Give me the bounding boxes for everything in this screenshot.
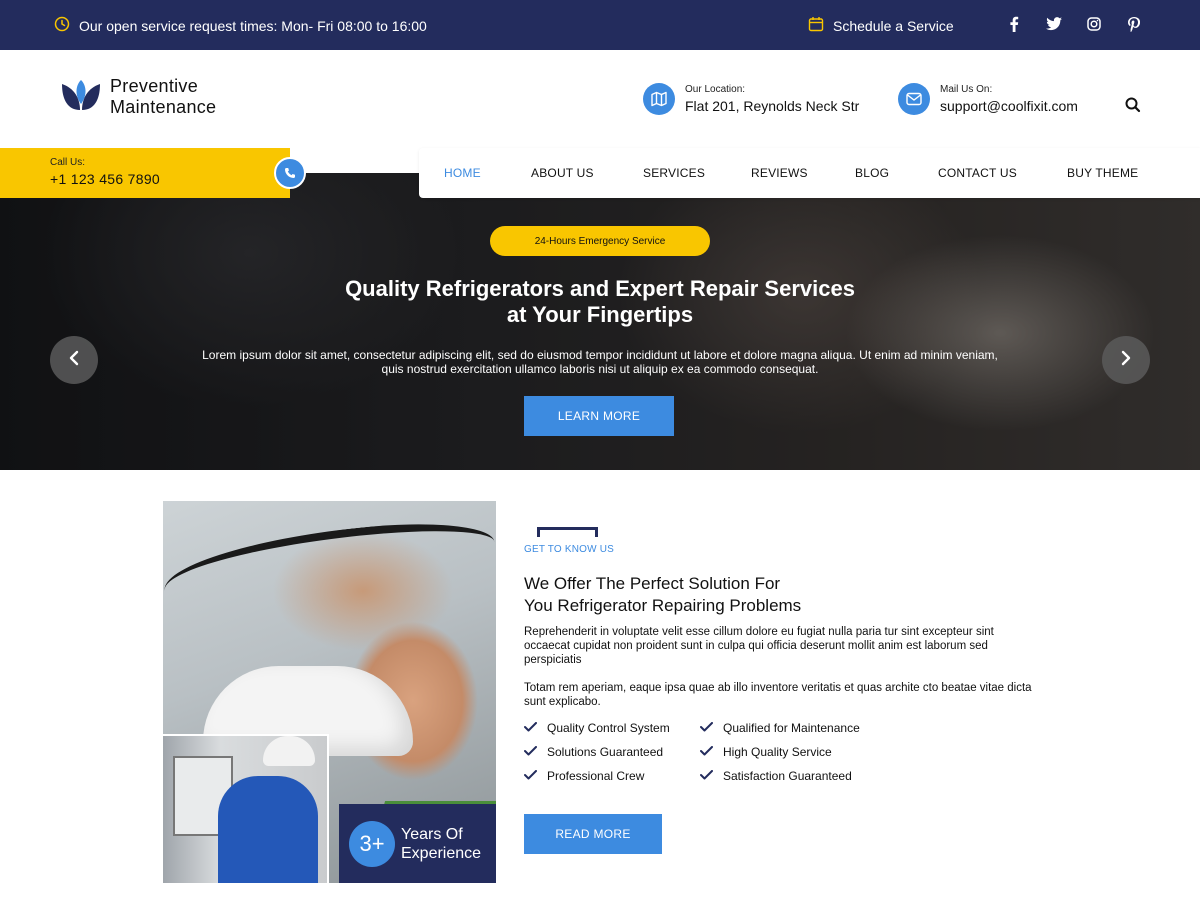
feature-label: Professional Crew bbox=[547, 769, 645, 783]
schedule-service-link[interactable]: Schedule a Service bbox=[808, 16, 954, 35]
mail-label: Mail Us On: bbox=[940, 84, 993, 95]
emergency-service-badge: 24-Hours Emergency Service bbox=[490, 226, 710, 256]
about-title-line-2: You Refrigerator Repairing Problems bbox=[524, 596, 802, 615]
twitter-icon[interactable] bbox=[1044, 14, 1064, 34]
feature-item: Quality Control System bbox=[524, 721, 670, 735]
feature-item: Professional Crew bbox=[524, 769, 644, 783]
social-links bbox=[1004, 14, 1144, 34]
feature-label: High Quality Service bbox=[723, 745, 832, 759]
nav-home[interactable]: HOME bbox=[444, 166, 481, 180]
about-title: We Offer The Perfect Solution For You Re… bbox=[524, 573, 944, 617]
nav-contact-us[interactable]: CONTACT US bbox=[938, 166, 1017, 180]
call-us-number: +1 123 456 7890 bbox=[50, 171, 160, 187]
about-paragraph-1: Reprehenderit in voluptate velit esse ci… bbox=[524, 626, 994, 666]
worker-shape bbox=[218, 776, 318, 883]
hero-description-line-1: Lorem ipsum dolor sit amet, consectetur … bbox=[202, 348, 998, 362]
check-icon bbox=[700, 721, 713, 735]
check-icon bbox=[524, 721, 537, 735]
feature-label: Satisfaction Guaranteed bbox=[723, 769, 852, 783]
service-hours: Our open service request times: Mon- Fri… bbox=[54, 16, 427, 35]
nav-blog[interactable]: BLOG bbox=[855, 166, 889, 180]
about-title-line-1: We Offer The Perfect Solution For bbox=[524, 574, 781, 593]
location-block: Our Location: Flat 201, Reynolds Neck St… bbox=[643, 83, 859, 115]
mail-value[interactable]: support@coolfixit.com bbox=[940, 98, 1078, 114]
feature-item: Qualified for Maintenance bbox=[700, 721, 860, 735]
top-bar: Our open service request times: Mon- Fri… bbox=[0, 0, 1200, 50]
chevron-left-icon bbox=[68, 350, 80, 371]
feature-item: High Quality Service bbox=[700, 745, 832, 759]
nav-about-us[interactable]: ABOUT US bbox=[531, 166, 594, 180]
leaf-logo-icon bbox=[60, 78, 102, 117]
phone-icon[interactable] bbox=[274, 157, 306, 189]
check-icon bbox=[700, 745, 713, 759]
hero-description: Lorem ipsum dolor sit amet, consectetur … bbox=[160, 348, 1040, 376]
main-navigation: HOME ABOUT US SERVICES REVIEWS BLOG CONT… bbox=[419, 148, 1200, 198]
experience-line-1: Years Of bbox=[401, 825, 463, 843]
clock-icon bbox=[54, 16, 70, 35]
pinterest-icon[interactable] bbox=[1124, 14, 1144, 34]
experience-badge: 3+ Years Of Experience bbox=[339, 804, 496, 883]
service-hours-text: Our open service request times: Mon- Fri… bbox=[79, 17, 427, 34]
mail-icon bbox=[898, 83, 930, 115]
read-more-button[interactable]: READ MORE bbox=[524, 814, 662, 854]
call-us-label: Call Us: bbox=[50, 157, 86, 168]
map-icon bbox=[643, 83, 675, 115]
nav-services[interactable]: SERVICES bbox=[643, 166, 705, 180]
call-us-bar[interactable]: Call Us: +1 123 456 7890 bbox=[0, 148, 290, 198]
hero-description-line-2: quis nostrud exercitation ullamco labori… bbox=[381, 362, 819, 376]
feature-item: Satisfaction Guaranteed bbox=[700, 769, 852, 783]
slider-prev-button[interactable] bbox=[50, 336, 98, 384]
check-icon bbox=[700, 769, 713, 783]
facebook-icon[interactable] bbox=[1004, 14, 1024, 34]
experience-number: 3+ bbox=[349, 820, 395, 867]
section-divider bbox=[537, 527, 598, 537]
chevron-right-icon bbox=[1120, 350, 1132, 371]
feature-item: Solutions Guaranteed bbox=[524, 745, 663, 759]
slider-next-button[interactable] bbox=[1102, 336, 1150, 384]
location-label: Our Location: bbox=[685, 84, 746, 95]
nav-buy-theme[interactable]: BUY THEME bbox=[1067, 166, 1138, 180]
instagram-icon[interactable] bbox=[1084, 14, 1104, 34]
nav-reviews[interactable]: REVIEWS bbox=[751, 166, 808, 180]
schedule-service-label: Schedule a Service bbox=[833, 17, 954, 34]
hero-title-line-2: at Your Fingertips bbox=[506, 302, 694, 327]
check-icon bbox=[524, 769, 537, 783]
electrician-inset-photo bbox=[163, 734, 329, 883]
experience-line-2: Experience bbox=[401, 844, 482, 862]
inset-hard-hat-shape bbox=[263, 736, 315, 766]
feature-label: Qualified for Maintenance bbox=[723, 721, 860, 735]
cable-shape bbox=[163, 513, 496, 619]
check-icon bbox=[524, 745, 537, 759]
mail-block: Mail Us On: support@coolfixit.com bbox=[898, 83, 1078, 115]
hero-title-line-1: Quality Refrigerators and Expert Repair … bbox=[345, 276, 855, 301]
search-icon[interactable] bbox=[1124, 96, 1142, 114]
about-paragraph-2: Totam rem aperiam, eaque ipsa quae ab il… bbox=[524, 682, 1032, 708]
logo-line-2: Maintenance bbox=[110, 97, 217, 117]
section-kicker: GET TO KNOW US bbox=[524, 544, 615, 555]
logo-line-1: Preventive bbox=[110, 76, 199, 96]
experience-text: Years Of Experience bbox=[401, 825, 481, 863]
hero-title: Quality Refrigerators and Expert Repair … bbox=[300, 276, 900, 328]
learn-more-button[interactable]: LEARN MORE bbox=[524, 396, 674, 436]
site-logo[interactable]: Preventive Maintenance bbox=[60, 76, 216, 118]
logo-text: Preventive Maintenance bbox=[110, 76, 216, 118]
location-value: Flat 201, Reynolds Neck Str bbox=[685, 98, 860, 114]
calendar-icon bbox=[808, 16, 824, 35]
feature-label: Solutions Guaranteed bbox=[547, 745, 664, 759]
feature-label: Quality Control System bbox=[547, 721, 670, 735]
